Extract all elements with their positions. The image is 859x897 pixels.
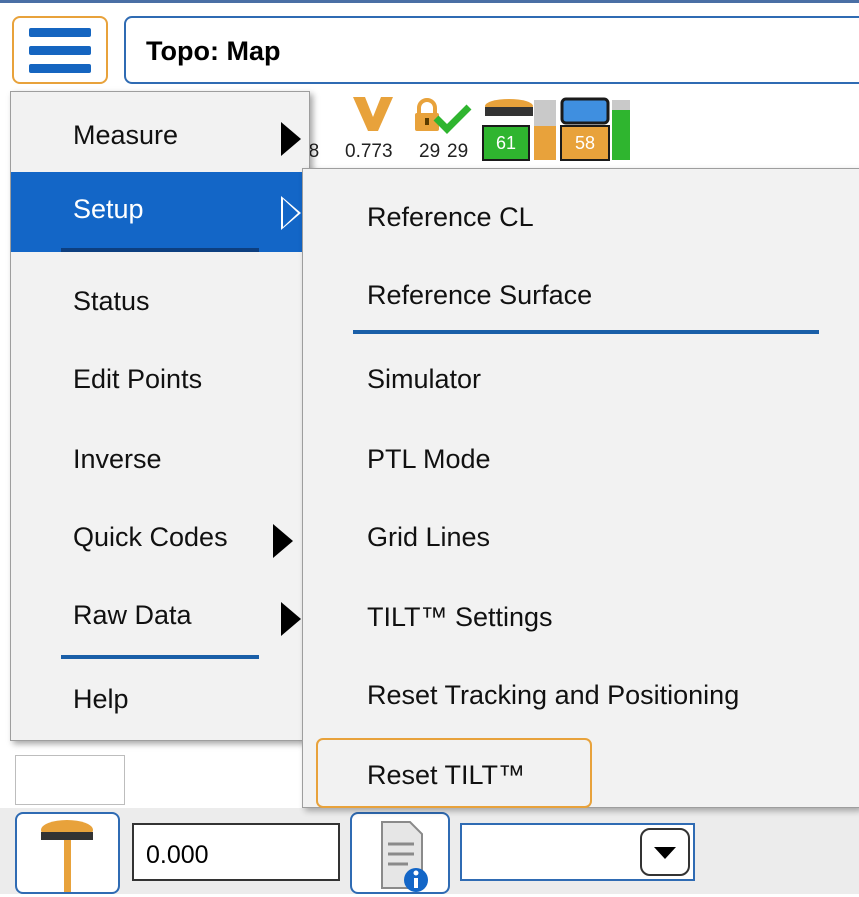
submenu-item-label: Grid Lines [367, 522, 491, 552]
submenu-item-label: Reset Tracking and Positioning [367, 680, 740, 710]
submenu-arrow-icon [281, 602, 301, 636]
submenu-item-reference-surface[interactable]: Reference Surface [303, 257, 858, 337]
antenna-height-value: 0.000 [146, 841, 209, 869]
menu-item-label: Help [73, 684, 129, 714]
menu-item-label: Setup [73, 194, 144, 224]
menu-item-measure[interactable]: Measure [11, 98, 309, 178]
focus-underline [61, 248, 259, 252]
submenu-item-label: Reference CL [367, 202, 534, 232]
menu-button[interactable] [12, 16, 108, 84]
submenu-item-ptl-mode[interactable]: PTL Mode [303, 421, 858, 501]
receiver-battery-icon[interactable]: 61 [482, 125, 530, 161]
menu-item-edit-points[interactable]: Edit Points [11, 342, 309, 422]
menu-item-help[interactable]: Help [11, 662, 309, 742]
submenu-item-grid-lines[interactable]: Grid Lines [303, 499, 858, 579]
menu-item-label: Edit Points [73, 364, 203, 394]
antenna-height-field[interactable]: 0.000 [132, 823, 340, 881]
document-info-icon [381, 821, 428, 892]
main-menu: Measure Setup Status Edit Points Inverse… [10, 91, 310, 741]
receiver-battery-level: 61 [495, 133, 517, 153]
menu-item-inverse[interactable]: Inverse [11, 422, 309, 502]
chevron-down-icon [654, 847, 676, 859]
menu-icon [29, 27, 91, 37]
menu-item-label: Raw Data [73, 600, 192, 630]
controller-power-gauge [612, 100, 630, 160]
menu-separator [61, 655, 259, 659]
v-icon [353, 97, 393, 131]
controller-battery-icon[interactable]: 58 [560, 125, 610, 161]
check-icon [433, 104, 472, 134]
satellites-b: 29 [447, 141, 469, 162]
menu-item-setup[interactable]: Setup [11, 172, 309, 252]
submenu-item-label: Simulator [367, 364, 482, 394]
menu-item-label: Quick Codes [73, 522, 228, 552]
setup-submenu: Reference CL Reference Surface Simulator… [302, 168, 859, 808]
submenu-arrow-icon [273, 524, 293, 558]
menu-item-quick-codes[interactable]: Quick Codes [11, 500, 309, 580]
dropdown-toggle[interactable] [640, 828, 690, 876]
menu-item-label: Measure [73, 120, 179, 150]
page-title: Topo: Map [146, 36, 281, 66]
submenu-separator [353, 330, 819, 334]
menu-item-label: Inverse [73, 444, 162, 474]
controller-battery-level: 58 [574, 133, 596, 153]
rover-icon[interactable] [483, 98, 535, 120]
satellites-a: 29 [419, 141, 441, 162]
submenu-item-label: Reference Surface [367, 280, 593, 310]
tablet-icon[interactable] [560, 97, 610, 125]
job-info-button[interactable] [350, 812, 450, 894]
submenu-item-label: PTL Mode [367, 444, 491, 474]
submenu-item-reference-cl[interactable]: Reference CL [303, 179, 858, 259]
submenu-item-simulator[interactable]: Simulator [303, 341, 858, 421]
submenu-item-reset-tracking[interactable]: Reset Tracking and Positioning [303, 657, 858, 737]
submenu-item-tilt-settings[interactable]: TILT™ Settings [303, 579, 858, 659]
v-value: 0.773 [345, 141, 393, 162]
reset-tilt-focus-outline [316, 738, 592, 808]
menu-item-status[interactable]: Status [11, 264, 309, 344]
submenu-item-label: TILT™ Settings [367, 602, 553, 632]
submenu-arrow-icon [281, 122, 301, 156]
menu-item-label: Status [73, 286, 150, 316]
map-panel-box [15, 755, 125, 805]
survey-pole-button[interactable] [15, 812, 120, 894]
top-border [0, 0, 859, 3]
menu-item-raw-data[interactable]: Raw Data [11, 578, 309, 658]
receiver-power-gauge [534, 100, 556, 160]
survey-pole-icon [41, 820, 93, 892]
